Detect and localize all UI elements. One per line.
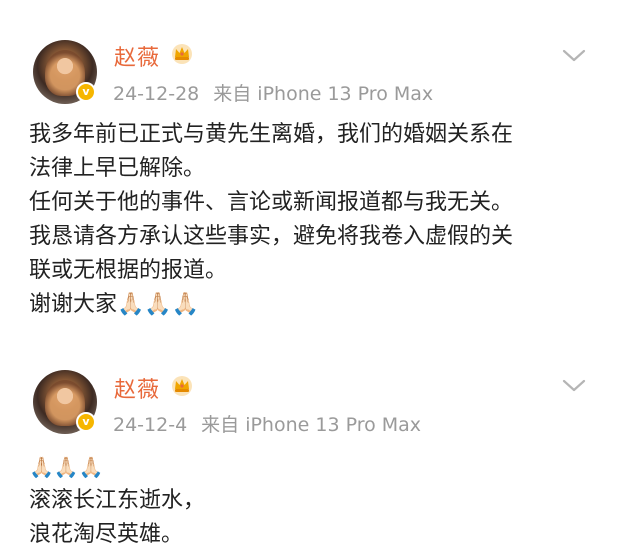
content-line: 浪花淘尽英雄。: [29, 522, 184, 547]
content-line: 🙏🏻🙏🏻🙏🏻: [29, 455, 104, 479]
verified-badge-icon: v: [76, 412, 96, 432]
crown-icon: [172, 44, 192, 64]
verified-badge-icon: v: [76, 82, 96, 102]
post-date: 24-12-28: [113, 83, 200, 105]
content-line: 我多年前已正式与黄先生离婚，我们的婚姻关系在: [29, 122, 514, 147]
post-meta: 24-12-4 来自 iPhone 13 Pro Max: [113, 410, 435, 437]
content-line: 谢谢大家🙏🏻🙏🏻🙏🏻: [29, 292, 200, 317]
post-meta: 24-12-28 来自 iPhone 13 Pro Max: [113, 79, 447, 106]
content-line: 联或无根据的报道。: [29, 258, 228, 283]
author-name[interactable]: 赵薇: [114, 372, 160, 404]
post-content: 🙏🏻🙏🏻🙏🏻 滚滚长江东逝水， 浪花淘尽英雄。: [29, 450, 619, 552]
post-source: 来自 iPhone 13 Pro Max: [213, 83, 434, 105]
content-line: 我恳请各方承认这些事实，避免将我卷入虚假的关: [29, 224, 514, 249]
post-content: 我多年前已正式与黄先生离婚，我们的婚姻关系在 法律上早已解除。 任何关于他的事件…: [29, 118, 619, 322]
content-line: 任何关于他的事件、言论或新闻报道都与我无关。: [29, 190, 514, 215]
content-line: 法律上早已解除。: [29, 156, 206, 181]
post-source: 来自 iPhone 13 Pro Max: [201, 414, 422, 436]
crown-icon: [172, 376, 192, 396]
chevron-down-icon[interactable]: [561, 48, 587, 64]
post-date: 24-12-4: [113, 414, 188, 436]
chevron-down-icon[interactable]: [561, 378, 587, 394]
author-name[interactable]: 赵薇: [114, 40, 160, 72]
content-line: 滚滚长江东逝水，: [29, 488, 206, 513]
